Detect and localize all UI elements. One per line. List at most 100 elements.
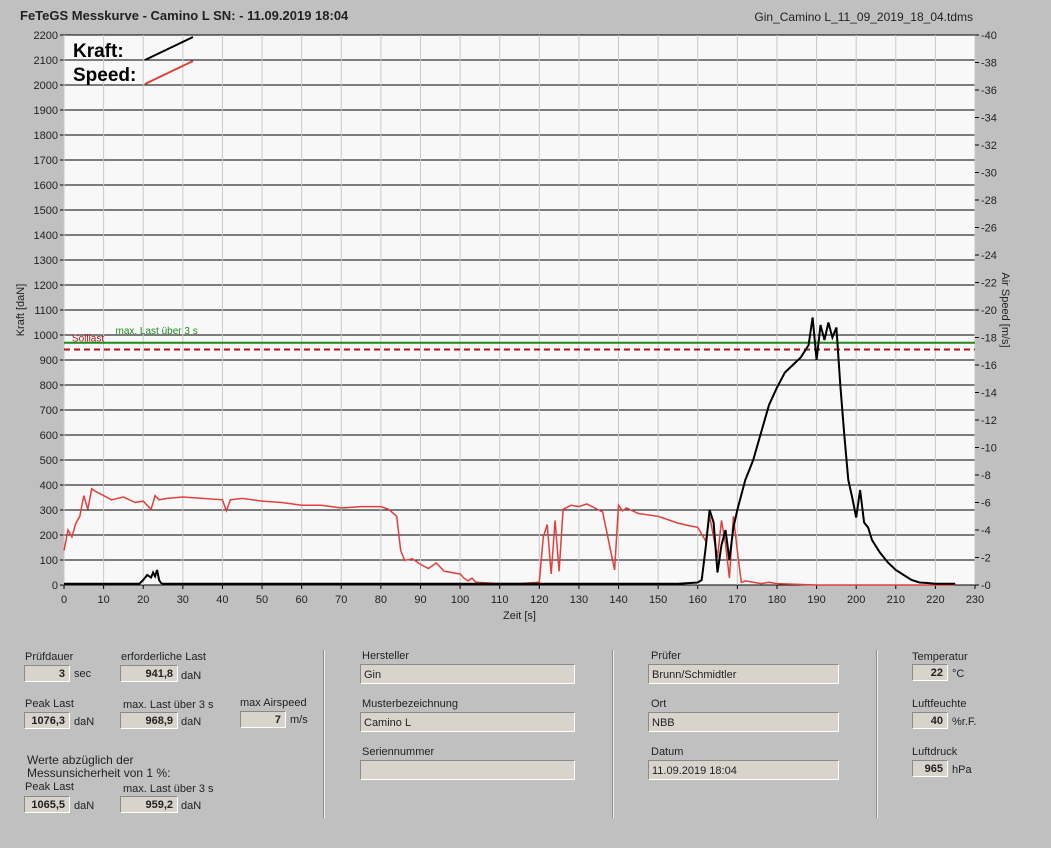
x-tick-label: 170	[728, 594, 746, 606]
y-tick-label: 1200	[34, 280, 58, 292]
max-last-label: max. Last über 3 s	[123, 699, 214, 711]
x-tick-label: 150	[649, 594, 667, 606]
max-last-unit: daN	[181, 716, 202, 728]
y-tick-label: 2200	[34, 30, 58, 42]
y-tick-label: 800	[40, 380, 58, 392]
x-tick-label: 10	[97, 594, 109, 606]
max-last2-value: 959,2	[120, 796, 178, 813]
x-tick-label: 20	[137, 594, 149, 606]
x-tick-label: 200	[847, 594, 865, 606]
y-tick-label: 1300	[34, 255, 58, 267]
y-tick-label: 1500	[34, 205, 58, 217]
x-tick-label: 110	[491, 594, 509, 606]
separator	[612, 650, 614, 818]
soll-last-annotation: Solllast	[72, 334, 104, 345]
x-tick-label: 180	[768, 594, 786, 606]
pruefer-field[interactable]: Brunn/Schmidtler	[648, 664, 839, 684]
y-tick-label: 1900	[34, 105, 58, 117]
legend-label-0: Kraft:	[73, 41, 124, 62]
separator	[323, 650, 325, 818]
muster-field[interactable]: Camino L	[360, 712, 575, 732]
y2-tick-label: -14	[981, 388, 997, 400]
x-tick-label: 30	[177, 594, 189, 606]
separator	[876, 650, 878, 818]
y2-tick-label: -28	[981, 195, 997, 207]
y2-tick-label: -2	[981, 553, 991, 565]
erf-last-label: erforderliche Last	[121, 651, 206, 663]
y2-tick-label: -38	[981, 58, 997, 70]
peak-last-unit: daN	[74, 716, 95, 728]
x-tick-label: 160	[689, 594, 707, 606]
y2-tick-label: -4	[981, 525, 991, 537]
y2-tick-label: -22	[981, 278, 997, 290]
x-tick-label: 130	[570, 594, 588, 606]
y2-tick-label: -16	[981, 360, 997, 372]
serien-field[interactable]	[360, 760, 575, 780]
max-airspeed-label: max Airspeed	[240, 697, 307, 709]
y-tick-label: 500	[40, 455, 58, 467]
erf-last-unit: daN	[181, 670, 202, 682]
y-tick-label: 1700	[34, 155, 58, 167]
x-axis-label: Zeit [s]	[503, 610, 536, 622]
uncertainty-note: Werte abzüglich der Messunsicherheit von…	[27, 753, 171, 780]
luftfeuchte-label: Luftfeuchte	[912, 698, 967, 710]
x-tick-label: 80	[375, 594, 387, 606]
peak-last-value: 1076,3	[24, 712, 70, 729]
y2-tick-label: -26	[981, 223, 997, 235]
x-tick-label: 50	[256, 594, 268, 606]
x-tick-label: 70	[335, 594, 347, 606]
peak-last2-unit: daN	[74, 800, 95, 812]
y-tick-label: 2100	[34, 55, 58, 67]
y2-tick-label: -0	[981, 580, 991, 592]
force-speed-chart: 0100200300400500600700800900100011001200…	[15, 30, 1011, 622]
peak-last2-value: 1065,5	[24, 796, 70, 813]
temperatur-value: 22	[912, 664, 948, 681]
y-tick-label: 600	[40, 430, 58, 442]
x-tick-label: 100	[451, 594, 469, 606]
datum-field[interactable]: 11.09.2019 18:04	[648, 760, 839, 780]
y-tick-label: 1100	[34, 305, 58, 317]
x-tick-label: 220	[926, 594, 944, 606]
y2-tick-label: -6	[981, 498, 991, 510]
hersteller-field[interactable]: Gin	[360, 664, 575, 684]
max-last2-unit: daN	[181, 800, 202, 812]
ort-field[interactable]: NBB	[648, 712, 839, 732]
y2-tick-label: -10	[981, 443, 997, 455]
y2-tick-label: -30	[981, 168, 997, 180]
luftfeuchte-value: 40	[912, 712, 948, 729]
y-tick-label: 700	[40, 405, 58, 417]
ort-label: Ort	[651, 698, 667, 710]
pruefdauer-label: Prüfdauer	[25, 651, 74, 663]
y2-tick-label: -8	[981, 470, 991, 482]
y-tick-label: 1800	[34, 130, 58, 142]
y-tick-label: 400	[40, 480, 58, 492]
max-last-annotation: max. Last über 3 s	[115, 326, 197, 337]
x-tick-label: 40	[216, 594, 228, 606]
y-tick-label: 900	[40, 355, 58, 367]
max-airspeed-value: 7	[240, 711, 286, 728]
datum-label: Datum	[651, 746, 684, 758]
pruefer-label: Prüfer	[651, 650, 681, 662]
x-tick-label: 140	[609, 594, 627, 606]
x-tick-label: 90	[414, 594, 426, 606]
y-tick-label: 0	[52, 580, 58, 592]
y-tick-label: 300	[40, 505, 58, 517]
muster-label: Musterbezeichnung	[362, 698, 459, 710]
luftdruck-label: Luftdruck	[912, 746, 958, 758]
pruefdauer-value: 3	[24, 665, 70, 682]
hersteller-label: Hersteller	[362, 650, 410, 662]
y-tick-label: 100	[40, 555, 58, 567]
x-tick-label: 0	[61, 594, 67, 606]
y-tick-label: 1000	[34, 330, 58, 342]
x-tick-label: 60	[296, 594, 308, 606]
max-last2-label: max. Last über 3 s	[123, 783, 214, 795]
y-tick-label: 2000	[34, 80, 58, 92]
x-tick-label: 120	[530, 594, 548, 606]
max-last-value: 968,9	[120, 712, 178, 729]
y-tick-label: 200	[40, 530, 58, 542]
x-tick-label: 210	[887, 594, 905, 606]
legend-label-1: Speed:	[73, 65, 136, 86]
temperatur-label: Temperatur	[912, 651, 968, 663]
max-airspeed-unit: m/s	[290, 714, 308, 726]
x-tick-label: 190	[807, 594, 825, 606]
